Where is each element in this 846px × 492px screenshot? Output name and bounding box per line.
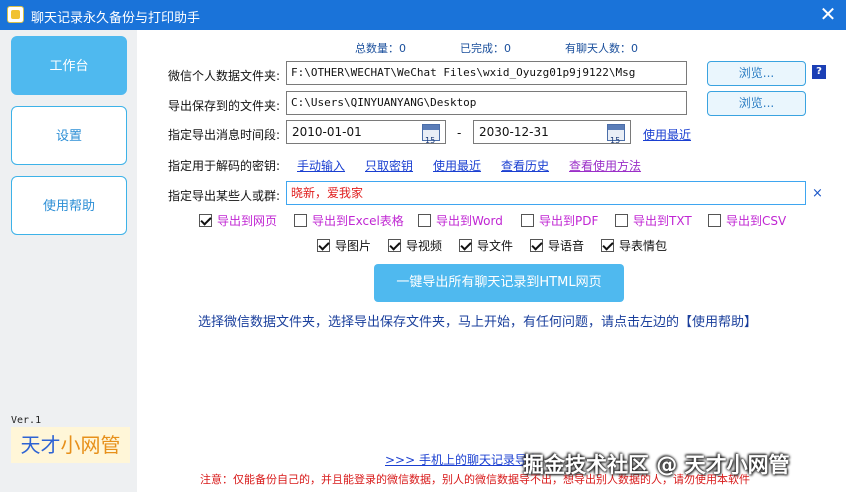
calendar-icon[interactable] bbox=[422, 124, 440, 152]
key-view-history-link[interactable]: 查看历史 bbox=[501, 157, 549, 174]
checkbox-icon[interactable] bbox=[708, 214, 721, 227]
media-option-label: 导文件 bbox=[477, 239, 514, 253]
calendar-icon[interactable] bbox=[607, 124, 625, 152]
date-range-label: 指定导出消息时间段: bbox=[168, 128, 281, 142]
sidebar-item-help[interactable]: 使用帮助 bbox=[11, 176, 127, 235]
media-option-label: 导视频 bbox=[406, 239, 443, 253]
app-icon bbox=[7, 6, 24, 23]
date-from-picker[interactable]: 2010-01-01 bbox=[286, 120, 446, 152]
key-use-recent-link[interactable]: 使用最近 bbox=[433, 157, 481, 174]
export-option-label: 导出到Excel表格 bbox=[312, 214, 404, 228]
media-option-voice[interactable]: 导语音 bbox=[530, 237, 584, 254]
checkbox-icon[interactable] bbox=[615, 214, 628, 227]
export-all-html-button[interactable]: 一键导出所有聊天记录到HTML网页 bbox=[374, 264, 624, 302]
brand-logo: 天才小网管 bbox=[11, 427, 130, 463]
wechat-dir-field[interactable]: F:\OTHER\WECHAT\WeChat Files\wxid_Oyuzg0… bbox=[286, 61, 687, 85]
media-option-images[interactable]: 导图片 bbox=[317, 237, 371, 254]
media-option-stickers[interactable]: 导表情包 bbox=[601, 237, 667, 254]
checkbox-icon[interactable] bbox=[459, 239, 472, 252]
save-dir-field[interactable]: C:\Users\QINYUANYANG\Desktop bbox=[286, 91, 687, 115]
export-option-label: 导出到CSV bbox=[726, 214, 787, 228]
key-usage-guide-link[interactable]: 查看使用方法 bbox=[569, 157, 641, 174]
target-label: 指定导出某些人或群: bbox=[168, 189, 281, 203]
date-from-value: 2010-01-01 bbox=[292, 125, 362, 139]
media-option-label: 导图片 bbox=[335, 239, 372, 253]
export-option-excel[interactable]: 导出到Excel表格 bbox=[294, 212, 404, 229]
export-option-label: 导出到网页 bbox=[217, 214, 278, 228]
stat-done: 已完成：0 bbox=[460, 42, 511, 55]
media-option-videos[interactable]: 导视频 bbox=[388, 237, 442, 254]
export-option-label: 导出到PDF bbox=[539, 214, 599, 228]
logo-part-1: 天才 bbox=[20, 433, 61, 457]
sidebar-item-settings[interactable]: 设置 bbox=[11, 106, 127, 165]
checkbox-icon[interactable] bbox=[388, 239, 401, 252]
date-to-picker[interactable]: 2030-12-31 bbox=[473, 120, 631, 152]
stat-chats: 有聊天人数：0 bbox=[565, 42, 638, 55]
sidebar-item-workbench[interactable]: 工作台 bbox=[11, 36, 127, 95]
help-question-icon[interactable]: ? bbox=[812, 65, 826, 79]
key-fetch-only-link[interactable]: 只取密钥 bbox=[365, 157, 413, 174]
target-contacts-input[interactable]: 晓新，爱我家 bbox=[286, 181, 806, 205]
date-use-recent-link[interactable]: 使用最近 bbox=[643, 126, 691, 143]
instructions-text: 选择微信数据文件夹，选择导出保存文件夹，马上开始，有任何问题，请点击左边的【使用… bbox=[198, 315, 758, 330]
checkbox-icon[interactable] bbox=[294, 214, 307, 227]
watermark: 掘金技术社区 @ 天才小网管 bbox=[523, 453, 790, 477]
title-bar: 聊天记录永久备份与打印助手 ✕ bbox=[0, 0, 846, 30]
mobile-export-link[interactable]: >>> 手机上的聊天记录导出 bbox=[385, 451, 539, 468]
logo-part-2: 小网管 bbox=[60, 433, 121, 457]
wechat-dir-label: 微信个人数据文件夹: bbox=[168, 69, 281, 83]
export-option-label: 导出到Word bbox=[436, 214, 503, 228]
key-manual-input-link[interactable]: 手动输入 bbox=[297, 157, 345, 174]
window-title: 聊天记录永久备份与打印助手 bbox=[31, 11, 201, 26]
export-option-txt[interactable]: 导出到TXT bbox=[615, 212, 692, 229]
date-separator: - bbox=[457, 126, 462, 140]
checkbox-icon[interactable] bbox=[418, 214, 431, 227]
key-label: 指定用于解码的密钥: bbox=[168, 159, 281, 173]
export-option-pdf[interactable]: 导出到PDF bbox=[521, 212, 598, 229]
export-option-word[interactable]: 导出到Word bbox=[418, 212, 503, 229]
export-option-csv[interactable]: 导出到CSV bbox=[708, 212, 786, 229]
clear-target-icon[interactable]: × bbox=[812, 186, 823, 201]
media-option-files[interactable]: 导文件 bbox=[459, 237, 513, 254]
sidebar: 工作台 设置 使用帮助 Ver.1 天才小网管 bbox=[0, 30, 137, 492]
save-dir-label: 导出保存到的文件夹: bbox=[168, 99, 281, 113]
media-option-label: 导语音 bbox=[548, 239, 585, 253]
checkbox-icon[interactable] bbox=[521, 214, 534, 227]
media-option-label: 导表情包 bbox=[619, 239, 668, 253]
checkbox-icon[interactable] bbox=[317, 239, 330, 252]
checkbox-icon[interactable] bbox=[530, 239, 543, 252]
stat-total: 总数量：0 bbox=[355, 42, 406, 55]
export-option-label: 导出到TXT bbox=[633, 214, 692, 228]
checkbox-icon[interactable] bbox=[601, 239, 614, 252]
browse-save-dir-button[interactable]: 浏览... bbox=[707, 91, 806, 116]
checkbox-icon[interactable] bbox=[199, 214, 212, 227]
export-option-web[interactable]: 导出到网页 bbox=[199, 212, 277, 229]
date-to-value: 2030-12-31 bbox=[479, 125, 549, 139]
browse-wechat-dir-button[interactable]: 浏览... bbox=[707, 61, 806, 86]
close-icon[interactable]: ✕ bbox=[810, 0, 846, 30]
version-label: Ver.1 bbox=[11, 415, 42, 426]
